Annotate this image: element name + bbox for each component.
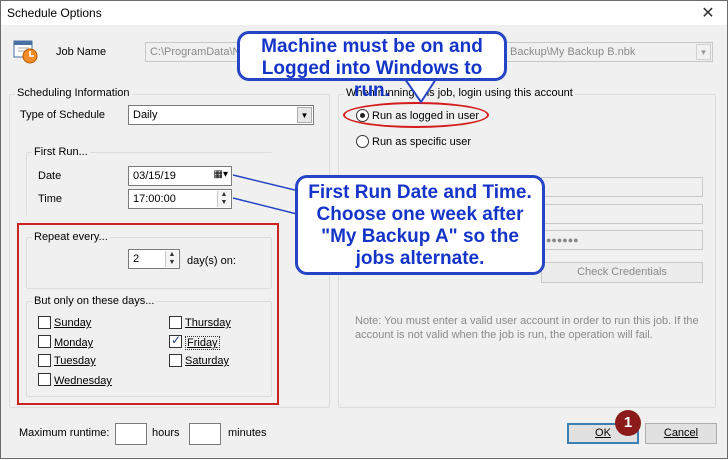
mid-callout-pointer-date — [232, 174, 304, 193]
schedule-options-dialog: Schedule Options ✕ Job Name C:\ProgramDa… — [0, 0, 728, 459]
callout-login-note: Machine must be on and Logged into Windo… — [237, 31, 507, 101]
mid-callout-pointer-time — [232, 197, 302, 216]
top-callout-pointer — [404, 78, 437, 104]
callout-first-run-note: First Run Date and Time. Choose one week… — [295, 175, 545, 275]
